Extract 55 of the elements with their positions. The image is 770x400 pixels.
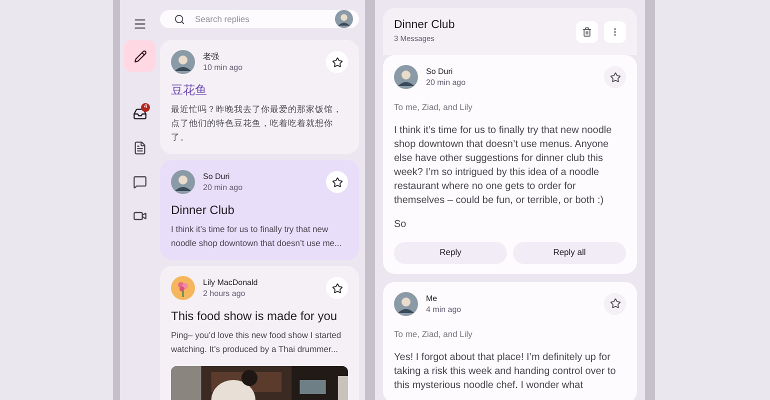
email-subject: This food show is made for you: [171, 308, 338, 324]
email-preview: 最近忙吗？昨晚我去了你最爱的那家饭馆，点了他们的特色豆花鱼，吃着吃着就想你了。: [171, 103, 343, 144]
star-button[interactable]: [604, 66, 626, 88]
star-button[interactable]: [604, 292, 626, 315]
message-text: So: [394, 218, 408, 232]
flower-avatar: [171, 276, 195, 300]
inbox-icon[interactable]: [133, 107, 147, 121]
star-button[interactable]: [326, 171, 348, 193]
time-label: 2 hours ago: [203, 288, 246, 299]
sender-name: So Duri: [426, 66, 454, 77]
search-icon: [174, 14, 185, 24]
star-button[interactable]: [326, 51, 348, 73]
time-label: 20 min ago: [426, 77, 467, 88]
delete-button[interactable]: [576, 20, 598, 42]
article-icon[interactable]: [133, 141, 147, 155]
email-card[interactable]: Lily MacDonald 2 hours ago This food show is made for you Ping– you’d love this new food show I started watching. It’s produced by a Thai drummer...: [160, 266, 359, 400]
star-icon: [332, 176, 342, 188]
sender-name: Lily MacDonald: [203, 277, 259, 288]
time-label: 10 min ago: [203, 62, 244, 73]
sender-name: So Duri: [203, 171, 231, 182]
chat-icon[interactable]: [133, 175, 147, 189]
time-label: 20 min ago: [203, 182, 244, 193]
message-text: Yes! I forgot about that place! I’m definitely up for taking a risk this week and handing control over to this mysterious noodle chef. I wonder what: [394, 350, 617, 392]
search-input[interactable]: Search replies: [195, 12, 325, 26]
search-field[interactable]: Search replies: [160, 10, 359, 28]
sender-name: 老强: [203, 51, 220, 62]
compose-button[interactable]: [124, 40, 156, 72]
thread-title: Dinner Club: [394, 18, 456, 33]
email-subject: 豆花鱼: [171, 82, 208, 98]
star-button[interactable]: [326, 277, 348, 299]
video-icon[interactable]: [133, 209, 147, 223]
menu-icon[interactable]: [133, 17, 147, 31]
star-icon: [332, 282, 342, 294]
sender-name: Me: [426, 292, 438, 304]
avatar: [394, 292, 418, 316]
pencil-icon: [134, 50, 146, 62]
star-icon: [610, 72, 620, 82]
time-label: 4 min ago: [426, 304, 462, 315]
reply-button[interactable]: Reply: [394, 242, 507, 264]
email-subject: Dinner Club: [171, 202, 236, 218]
avatar: [171, 170, 195, 194]
email-preview: I think it’s time for us to finally try that new noodle shop downtown that doesn’t use me...: [171, 223, 343, 250]
recipients-label: To me, Ziad, and Lily: [394, 101, 474, 114]
star-icon: [332, 56, 342, 68]
avatar: [394, 65, 418, 89]
reply-button[interactable]: Reply all: [513, 242, 626, 264]
recipients-label: To me, Ziad, and Lily: [394, 328, 474, 340]
email-preview: Ping– you’d love this new food show I started watching. It’s produced by a Thai drummer...: [171, 329, 342, 356]
email-card[interactable]: So Duri 20 min ago Dinner Club I think it’s time for us to finally try that new noodle shop downtown that doesn’t use me...: [160, 160, 359, 260]
email-card[interactable]: 老强 10 min ago 豆花鱼 最近忙吗？昨晚我去了你最爱的那家饭馆，点了他们的特色豆花鱼，吃着吃着就想你了。: [160, 40, 359, 154]
delete-icon: [582, 26, 592, 36]
avatar: [171, 50, 195, 74]
message-text: I think it’s time for us to finally try that new noodle shop downtown that doesn’t use menus. Anyone else have other suggestions for dinner club this week? I’m so intrigued by this idea of a noodle restaurant where no one gets to order for themselves – could be fun, or terrible, or both :): [394, 124, 613, 208]
star-icon: [610, 298, 620, 310]
avatar: [335, 10, 353, 28]
